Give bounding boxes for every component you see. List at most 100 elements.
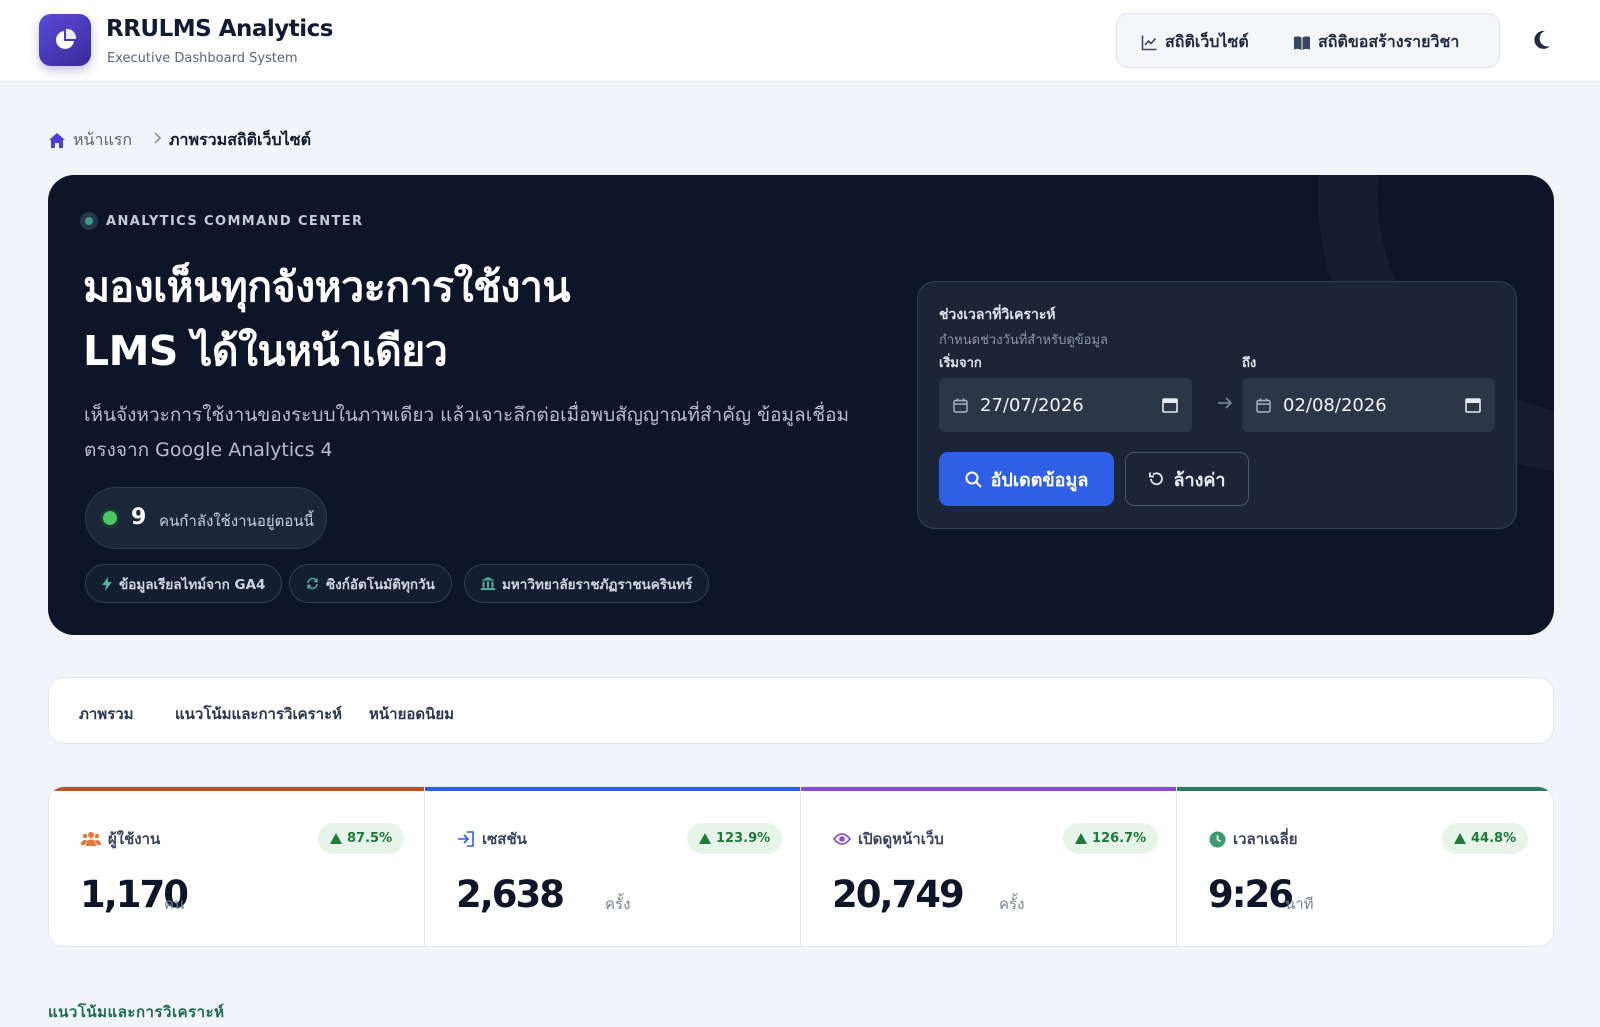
update-data-button[interactable]: อัปเดตข้อมูล: [939, 452, 1114, 506]
stat-card-sessions: เซสชัน 123.9% 2,638 ครั้ง: [425, 787, 801, 946]
stat-label-text: ผู้ใช้งาน: [108, 830, 161, 848]
tab-trends-analysis[interactable]: แนวโน้มและการวิเคราะห์: [175, 702, 342, 726]
end-date-label: ถึง: [1242, 356, 1257, 371]
stat-unit: ครั้ง: [605, 895, 631, 913]
breadcrumb-home[interactable]: หน้าแรก: [48, 128, 132, 153]
search-icon: [965, 471, 982, 488]
stat-label: เซสชัน: [457, 827, 527, 851]
stat-unit: คน: [164, 895, 185, 913]
start-date-input[interactable]: 27/07/2026: [939, 378, 1192, 432]
calendar-picker-icon[interactable]: [1465, 397, 1481, 413]
undo-icon: [1149, 472, 1164, 486]
tab-popular-pages[interactable]: หน้ายอดนิยม: [369, 702, 454, 726]
change-badge: 126.7%: [1063, 823, 1159, 854]
change-value: 44.8%: [1471, 831, 1517, 846]
section-heading-trends: แนวโน้มและการวิเคราะห์: [48, 1003, 225, 1021]
book-icon: [1294, 35, 1310, 50]
card-accent-bar: [801, 787, 1176, 791]
stat-value: 20,749: [832, 873, 965, 916]
end-date-value: 02/08/2026: [1283, 394, 1387, 416]
triangle-up-icon: [1454, 833, 1466, 844]
stat-label-text: เซสชัน: [482, 830, 527, 848]
status-dot: [80, 212, 98, 230]
update-data-label: อัปเดตข้อมูล: [990, 469, 1089, 491]
nav-course-request-stats[interactable]: สถิติขอสร้างรายวิชา: [1293, 30, 1459, 55]
clock-icon: [1209, 831, 1226, 847]
pie-chart-icon: [56, 28, 77, 49]
breadcrumb-home-label: หน้าแรก: [73, 130, 133, 149]
hero-eyebrow-label: ANALYTICS COMMAND CENTER: [106, 213, 364, 229]
hero-banner: ANALYTICS COMMAND CENTER มองเห็นทุกจังหว…: [48, 175, 1554, 635]
line-chart-icon: [1141, 35, 1157, 51]
hero-eyebrow: ANALYTICS COMMAND CENTER: [80, 212, 363, 230]
triangle-up-icon: [699, 833, 711, 844]
live-indicator: [100, 508, 120, 528]
stat-unit: ครั้ง: [999, 895, 1025, 913]
stat-label-text: เวลาเฉลี่ย: [1233, 830, 1298, 848]
brand-subtitle: Executive Dashboard System: [107, 51, 298, 66]
stat-card-pageviews: เปิดดูหน้าเว็บ 126.7% 20,749 ครั้ง: [801, 787, 1177, 946]
stat-label: เวลาเฉลี่ย: [1209, 827, 1298, 851]
brand-title: RRULMS Analytics: [106, 16, 334, 42]
chip-realtime: ข้อมูลเรียลไทม์จาก GA4: [85, 564, 283, 603]
section-tabs: ภาพรวม แนวโน้มและการวิเคราะห์ หน้ายอดนิย…: [48, 677, 1554, 744]
stat-unit: นาที: [1285, 895, 1314, 913]
live-users-label: คนกำลังใช้งานอยู่ตอนนี้: [159, 512, 314, 530]
chip-realtime-label: ข้อมูลเรียลไทม์จาก GA4: [119, 576, 266, 593]
change-badge: 44.8%: [1442, 823, 1529, 854]
app-logo[interactable]: [39, 14, 91, 66]
chip-auto-sync-label: ซิงก์อัตโนมัติทุกวัน: [326, 576, 435, 593]
stat-value: 2,638: [456, 873, 565, 916]
hero-headline-line2: LMS ได้ในหน้าเดียว: [83, 327, 448, 375]
top-navbar: RRULMS Analytics Executive Dashboard Sys…: [0, 0, 1600, 82]
stat-value: 9:26: [1208, 873, 1294, 916]
calendar-icon: [1256, 398, 1271, 413]
triangle-up-icon: [330, 833, 342, 844]
arrow-right-icon: [1218, 397, 1233, 409]
change-value: 87.5%: [347, 831, 393, 846]
change-badge: 123.9%: [687, 823, 783, 854]
stats-row: ผู้ใช้งาน 87.5% 1,170 คน เซสชัน 123.9% 2…: [48, 786, 1554, 947]
card-accent-bar: [425, 787, 800, 791]
hero-headline-line1: มองเห็นทุกจังหวะการใช้งาน: [83, 263, 571, 311]
live-users-pill: 9 คนกำลังใช้งานอยู่ตอนนี้: [85, 487, 327, 549]
eye-icon: [833, 833, 851, 845]
end-date-input[interactable]: 02/08/2026: [1242, 378, 1495, 432]
calendar-picker-icon[interactable]: [1162, 397, 1178, 413]
users-icon: [81, 832, 101, 846]
date-panel-title: ช่วงเวลาที่วิเคราะห์: [939, 307, 1056, 323]
start-date-label: เริ่มจาก: [939, 356, 982, 371]
chip-auto-sync: ซิงก์อัตโนมัติทุกวัน: [289, 564, 452, 603]
tab-overview[interactable]: ภาพรวม: [79, 702, 134, 726]
sync-icon: [307, 577, 318, 590]
hero-headline: มองเห็นทุกจังหวะการใช้งาน LMS ได้ในหน้าเ…: [83, 255, 843, 383]
date-range-panel: ช่วงเวลาที่วิเคราะห์ กำหนดช่วงวันที่สำหร…: [917, 281, 1517, 529]
stat-card-users: ผู้ใช้งาน 87.5% 1,170 คน: [49, 787, 425, 946]
date-panel-subtitle: กำหนดช่วงวันที่สำหรับดูข้อมูล: [939, 333, 1109, 348]
stat-label-text: เปิดดูหน้าเว็บ: [858, 830, 944, 848]
stat-label: ผู้ใช้งาน: [81, 827, 160, 851]
nav-website-stats-label: สถิติเว็บไซต์: [1165, 32, 1249, 51]
university-icon: [481, 577, 495, 590]
nav-course-request-stats-label: สถิติขอสร้างรายวิชา: [1318, 32, 1460, 51]
change-value: 126.7%: [1092, 831, 1147, 846]
chip-university-label: มหาวิทยาลัยราชภัฏราชนครินทร์: [502, 576, 693, 593]
sign-in-icon: [458, 831, 474, 847]
theme-toggle[interactable]: [1533, 30, 1551, 54]
stat-card-avg-time: เวลาเฉลี่ย 44.8% 9:26 นาที: [1177, 787, 1553, 946]
bolt-icon: [102, 576, 112, 591]
change-value: 123.9%: [716, 831, 771, 846]
calendar-icon: [953, 398, 968, 413]
nav-website-stats[interactable]: สถิติเว็บไซต์: [1141, 30, 1249, 55]
home-icon: [49, 133, 65, 148]
start-date-value: 27/07/2026: [980, 394, 1084, 416]
main-nav: สถิติเว็บไซต์ สถิติขอสร้างรายวิชา: [1116, 13, 1500, 68]
live-users-count: 9: [131, 505, 147, 530]
card-accent-bar: [49, 787, 424, 791]
breadcrumb-current: ภาพรวมสถิติเว็บไซต์: [169, 130, 311, 149]
reset-label: ล้างค่า: [1173, 469, 1226, 491]
reset-button[interactable]: ล้างค่า: [1125, 452, 1249, 506]
hero-description: เห็นจังหวะการใช้งานของระบบในภาพเดียว แล้…: [84, 404, 850, 461]
chip-university: มหาวิทยาลัยราชภัฏราชนครินทร์: [464, 564, 710, 603]
chevron-right-icon: [154, 132, 162, 144]
